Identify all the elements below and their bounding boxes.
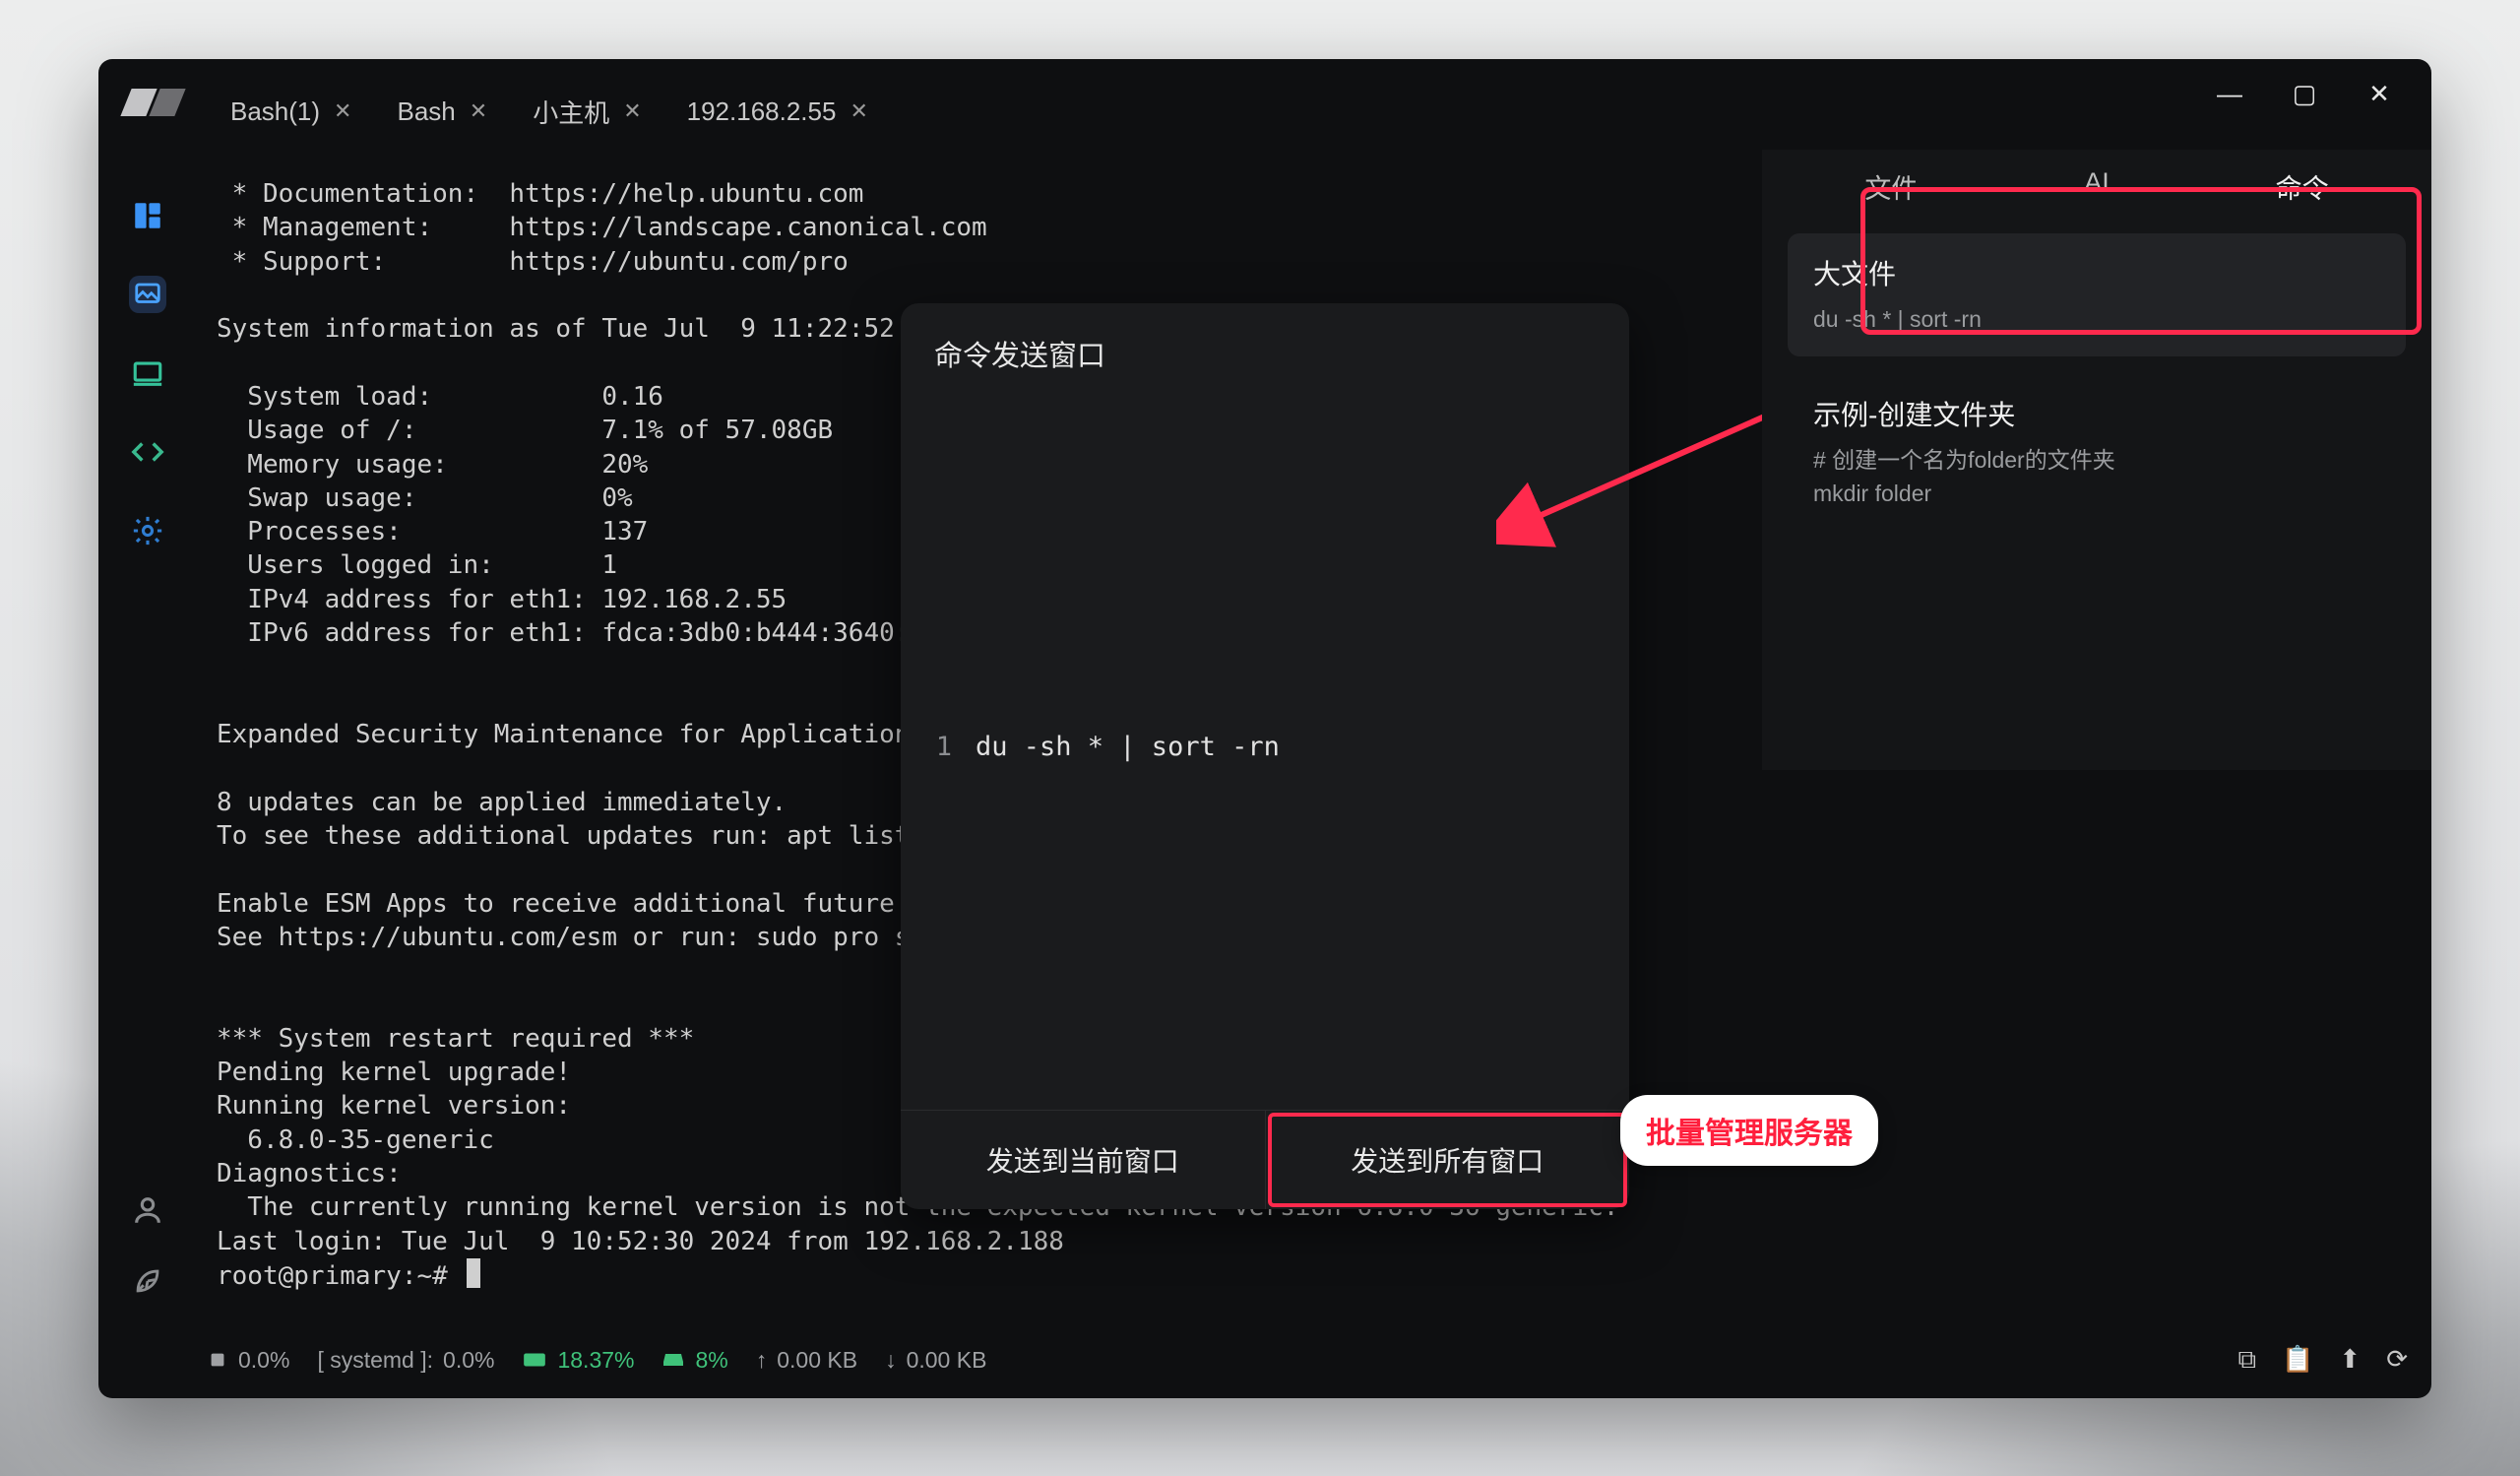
user-icon[interactable] bbox=[129, 1191, 166, 1229]
send-current-button[interactable]: 发送到当前窗口 bbox=[901, 1111, 1265, 1209]
close-tab-icon[interactable]: ✕ bbox=[470, 98, 487, 124]
status-cpu: 0.0% bbox=[207, 1347, 289, 1374]
send-all-button[interactable]: 发送到所有窗口 bbox=[1266, 1111, 1630, 1209]
status-process: [ systemd ]: 0.0% bbox=[317, 1347, 494, 1374]
tab-bar: Bash(1) ✕ Bash ✕ 小主机 ✕ 192.168.2.55 ✕ bbox=[217, 77, 882, 146]
sidebar-tab-file[interactable]: 文件 bbox=[1845, 160, 1937, 214]
maximize-button[interactable]: ▢ bbox=[2290, 81, 2319, 106]
status-memory: 18.37% bbox=[522, 1347, 634, 1374]
sidebar-tab-command[interactable]: 命令 bbox=[2256, 160, 2349, 214]
command-subtitle: # 创建一个名为folder的文件夹 mkdir folder bbox=[1813, 443, 2380, 511]
rocket-icon[interactable] bbox=[129, 1262, 166, 1300]
command-sidebar: 文件 AI 命令 大文件 du -sh * | sort -rn 示例-创建文件… bbox=[1762, 150, 2431, 770]
command-title: 大文件 bbox=[1813, 253, 2380, 292]
popup-code: du -sh * | sort -rn bbox=[976, 732, 1280, 762]
tab-label: 小主机 bbox=[533, 94, 609, 130]
paste-icon[interactable]: 📋 bbox=[2282, 1344, 2313, 1376]
close-button[interactable]: ✕ bbox=[2364, 81, 2394, 106]
terminal-cursor bbox=[467, 1258, 480, 1288]
tab-bash[interactable]: Bash ✕ bbox=[383, 87, 501, 137]
command-item-mkdir[interactable]: 示例-创建文件夹 # 创建一个名为folder的文件夹 mkdir folder bbox=[1788, 374, 2406, 531]
sidebar-tab-ai[interactable]: AI bbox=[2064, 160, 2129, 214]
tab-ip[interactable]: 192.168.2.55 ✕ bbox=[673, 87, 882, 137]
popup-code-area[interactable]: 1 du -sh * | sort -rn bbox=[901, 384, 1629, 1110]
close-tab-icon[interactable]: ✕ bbox=[334, 98, 351, 124]
popup-buttons: 发送到当前窗口 发送到所有窗口 bbox=[901, 1110, 1629, 1209]
laptop-icon[interactable] bbox=[129, 354, 166, 392]
sidebar-rail bbox=[98, 158, 197, 1329]
window-controls: — ▢ ✕ bbox=[2177, 59, 2431, 128]
tab-label: Bash bbox=[397, 96, 455, 127]
popup-title: 命令发送窗口 bbox=[901, 303, 1629, 384]
tab-bash-1[interactable]: Bash(1) ✕ bbox=[217, 87, 365, 137]
close-tab-icon[interactable]: ✕ bbox=[623, 98, 641, 124]
minimize-button[interactable]: — bbox=[2215, 81, 2244, 106]
sidebar-tabs: 文件 AI 命令 bbox=[1762, 150, 2431, 233]
status-disk: 8% bbox=[662, 1347, 727, 1374]
close-tab-icon[interactable]: ✕ bbox=[850, 98, 867, 124]
app-logo bbox=[126, 89, 181, 118]
tab-label: 192.168.2.55 bbox=[687, 96, 837, 127]
status-net-up: ↑ 0.00 KB bbox=[756, 1347, 857, 1374]
upload-icon[interactable]: ⬆ bbox=[2339, 1344, 2361, 1376]
code-icon[interactable] bbox=[129, 433, 166, 471]
tab-host[interactable]: 小主机 ✕ bbox=[519, 84, 655, 140]
copy-icon[interactable]: ⧉ bbox=[2237, 1344, 2256, 1376]
status-right-icons: ⧉ 📋 ⬆ ⟳ bbox=[2237, 1344, 2408, 1376]
line-number: 1 bbox=[924, 732, 952, 762]
settings-icon[interactable] bbox=[129, 512, 166, 549]
command-send-popup: 命令发送窗口 1 du -sh * | sort -rn 发送到当前窗口 发送到… bbox=[901, 303, 1629, 1209]
arrow-up-icon: ↑ bbox=[756, 1347, 768, 1374]
image-icon[interactable] bbox=[129, 276, 166, 313]
refresh-icon[interactable]: ⟳ bbox=[2386, 1344, 2408, 1376]
tab-label: Bash(1) bbox=[230, 96, 320, 127]
terminal-app-window: — ▢ ✕ Bash(1) ✕ Bash ✕ 小主机 ✕ 192.168.2.5… bbox=[98, 59, 2431, 1398]
status-net-down: ↓ 0.00 KB bbox=[885, 1347, 986, 1374]
command-item-bigfile[interactable]: 大文件 du -sh * | sort -rn bbox=[1788, 233, 2406, 356]
command-title: 示例-创建文件夹 bbox=[1813, 394, 2380, 433]
annotation-callout: 批量管理服务器 bbox=[1620, 1095, 1878, 1166]
arrow-down-icon: ↓ bbox=[885, 1347, 897, 1374]
command-subtitle: du -sh * | sort -rn bbox=[1813, 302, 2380, 337]
status-bar: 0.0% [ systemd ]: 0.0% 18.37% 8% ↑ 0.00 … bbox=[207, 1335, 2408, 1384]
panel-icon[interactable] bbox=[129, 197, 166, 234]
